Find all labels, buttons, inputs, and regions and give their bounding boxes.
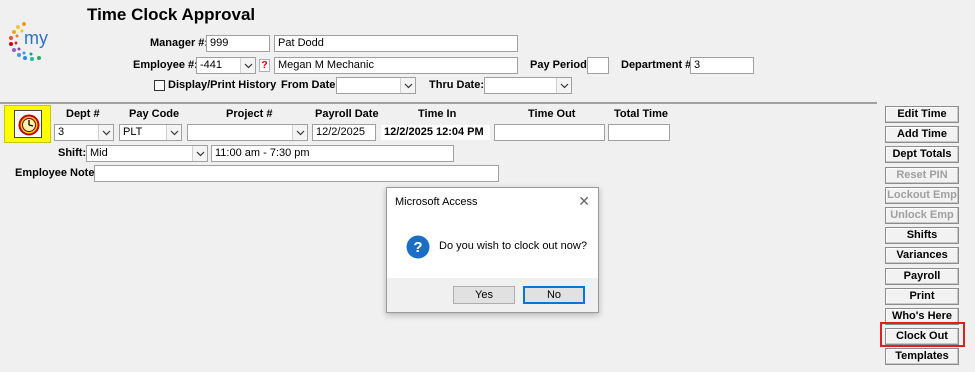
- chevron-down-icon[interactable]: [240, 58, 255, 73]
- employee-number-combo[interactable]: -441: [196, 57, 256, 74]
- templates-button[interactable]: Templates: [885, 348, 959, 365]
- dialog-title: Microsoft Access: [395, 196, 478, 208]
- department-field[interactable]: 3: [690, 57, 754, 74]
- manager-label: Manager #:: [150, 37, 209, 49]
- pay-code-value: PLT: [123, 126, 143, 138]
- chevron-down-icon[interactable]: [292, 125, 307, 140]
- variances-button[interactable]: Variances: [885, 247, 959, 264]
- employee-number-value: -441: [200, 59, 223, 71]
- shift-combo[interactable]: Mid: [86, 145, 208, 162]
- time-out-field[interactable]: [494, 124, 605, 141]
- no-button[interactable]: No: [523, 286, 585, 304]
- chevron-down-icon[interactable]: [98, 125, 113, 140]
- chevron-down-icon[interactable]: [192, 146, 207, 161]
- section-divider: [0, 102, 877, 104]
- employee-note-field[interactable]: [94, 165, 499, 182]
- col-header-total-time: Total Time: [614, 108, 668, 120]
- total-time-field[interactable]: [608, 124, 670, 141]
- project-combo[interactable]: [187, 124, 308, 141]
- col-header-time-in: Time In: [418, 108, 457, 120]
- logo-text: my: [24, 28, 48, 48]
- from-date-combo[interactable]: [336, 77, 416, 94]
- svg-text:?: ?: [413, 239, 422, 256]
- edit-time-button[interactable]: Edit Time: [885, 106, 959, 123]
- pay-period-field[interactable]: [587, 57, 609, 74]
- from-date-label: From Date:: [281, 79, 340, 91]
- col-header-time-out: Time Out: [528, 108, 576, 120]
- page-title: Time Clock Approval: [87, 5, 256, 24]
- shifts-button[interactable]: Shifts: [885, 227, 959, 244]
- dialog-message: Do you wish to clock out now?: [439, 240, 587, 252]
- employee-note-label: Employee Note:: [15, 167, 99, 179]
- shift-value: Mid: [90, 147, 108, 159]
- question-icon: ?: [406, 235, 430, 259]
- reset-pin-button: Reset PIN: [885, 167, 959, 184]
- chevron-down-icon[interactable]: [166, 125, 181, 140]
- employee-name-field[interactable]: Megan M Mechanic: [274, 57, 518, 74]
- payroll-date-field[interactable]: 12/2/2025: [312, 124, 376, 141]
- pay-period-label: Pay Period:: [530, 59, 591, 71]
- col-header-pay-code: Pay Code: [129, 108, 180, 120]
- clock-icon: [18, 114, 40, 136]
- close-icon[interactable]: ✕: [578, 193, 590, 210]
- print-button[interactable]: Print: [885, 288, 959, 305]
- app-logo: my: [4, 14, 60, 66]
- dept-value: 3: [58, 126, 65, 138]
- shift-hours-field: 11:00 am - 7:30 pm: [211, 145, 454, 162]
- dialog-footer: Yes No: [387, 278, 598, 312]
- shift-label: Shift:: [58, 147, 87, 159]
- chevron-down-icon[interactable]: [556, 78, 571, 93]
- unlock-emp-button: Unlock Emp: [885, 207, 959, 224]
- history-checkbox[interactable]: [154, 80, 165, 91]
- dept-totals-button[interactable]: Dept Totals: [885, 146, 959, 163]
- payroll-button[interactable]: Payroll: [885, 268, 959, 285]
- col-header-dept: Dept #: [66, 108, 100, 120]
- pay-code-combo[interactable]: PLT: [119, 124, 182, 141]
- lockout-emp-button: Lockout Emp: [885, 187, 959, 204]
- manager-name-field[interactable]: Pat Dodd: [274, 35, 518, 52]
- manager-number-field[interactable]: 999: [206, 35, 270, 52]
- dept-combo[interactable]: 3: [54, 124, 114, 141]
- col-header-payroll-date: Payroll Date: [315, 108, 379, 120]
- employee-help-button[interactable]: ?: [259, 59, 270, 72]
- employee-label: Employee #:: [133, 59, 198, 71]
- thru-date-combo[interactable]: [484, 77, 572, 94]
- clock-out-highlight: [880, 322, 965, 347]
- yes-button[interactable]: Yes: [453, 286, 515, 304]
- clock-button[interactable]: [4, 105, 51, 143]
- history-label: Display/Print History: [168, 79, 277, 91]
- col-header-project: Project #: [226, 108, 273, 120]
- add-time-button[interactable]: Add Time: [885, 126, 959, 143]
- department-label: Department #:: [621, 59, 695, 71]
- thru-date-label: Thru Date:: [429, 79, 484, 91]
- chevron-down-icon[interactable]: [400, 78, 415, 93]
- time-in-field[interactable]: 12/2/2025 12:04 PM: [380, 124, 491, 141]
- confirm-dialog: Microsoft Access ✕ ? Do you wish to cloc…: [386, 187, 599, 313]
